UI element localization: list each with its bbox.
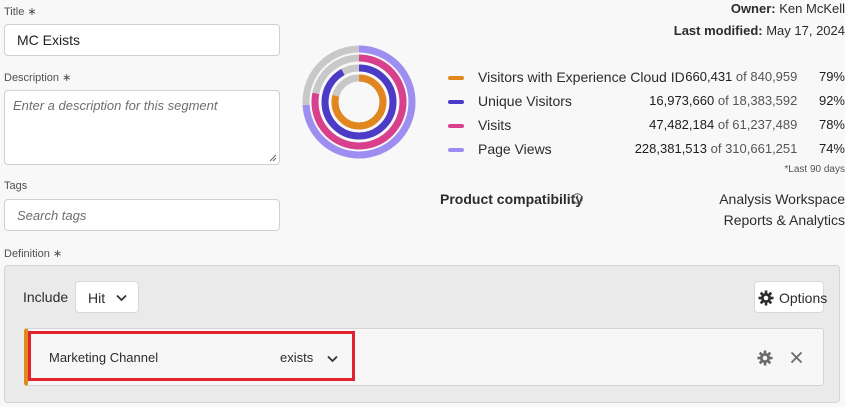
summary-row-visits: Visits 47,482,184 of 61,237,489 78%	[448, 115, 845, 137]
summary-row-page-views: Page Views 228,381,513 of 310,661,251 74…	[448, 139, 845, 161]
summary-footnote: *Last 90 days	[784, 164, 845, 175]
title-label: Title ∗	[4, 6, 37, 18]
segment-summary-ring-chart	[302, 45, 416, 159]
chevron-down-icon	[116, 294, 127, 302]
summary-row-ecid: Visitors with Experience Cloud ID 660,43…	[448, 67, 845, 89]
owner-info: Owner: Ken McKell	[731, 1, 845, 16]
resize-handle-icon[interactable]	[269, 154, 277, 162]
rule-settings-gear-icon[interactable]	[757, 350, 773, 366]
visits-swatch	[448, 124, 464, 128]
tags-label: Tags	[4, 180, 28, 192]
summary-row-pct: 74%	[818, 141, 845, 156]
product-analysis-workspace: Analysis Workspace	[719, 191, 845, 207]
summary-row-name: Visitors with Experience Cloud ID	[478, 69, 685, 85]
summary-row-total: of 840,959	[735, 69, 798, 84]
options-label: Options	[779, 290, 828, 306]
owner-value: Ken McKell	[779, 1, 845, 16]
product-compatibility: Product compatibility	[440, 191, 583, 207]
summary-row-total: of 61,237,489	[717, 117, 798, 132]
tags-search-input[interactable]: Search tags	[4, 199, 280, 231]
summary-row-total: of 18,383,592	[717, 93, 798, 108]
ecid-swatch	[448, 76, 464, 80]
remove-rule-close-icon[interactable]	[790, 351, 803, 364]
summary-row-pct: 79%	[818, 69, 845, 84]
options-button[interactable]: Options	[754, 281, 828, 313]
summary-row-name: Visits	[478, 117, 512, 133]
summary-row-name: Page Views	[478, 141, 552, 157]
summary-row-value: 660,431	[685, 69, 733, 84]
scope-dropdown[interactable]: Hit	[75, 281, 139, 313]
summary-row-total: of 310,661,251	[710, 141, 798, 156]
summary-row-name: Unique Visitors	[478, 93, 572, 109]
last-modified-value: May 17, 2024	[766, 23, 845, 38]
title-input-value: MC Exists	[17, 32, 80, 48]
last-modified-label: Last modified:	[673, 23, 763, 38]
gear-icon	[758, 290, 774, 306]
summary-row-values: 660,431 of 840,959 79%	[685, 69, 845, 84]
last-modified-info: Last modified: May 17, 2024	[674, 23, 845, 38]
product-compatibility-label: Product compatibility	[440, 191, 584, 207]
description-label: Description ∗	[4, 72, 72, 84]
summary-row-pct: 92%	[818, 93, 845, 108]
annotation-highlight-box	[28, 331, 355, 381]
description-placeholder: Enter a description for this segment	[13, 98, 218, 113]
info-icon[interactable]	[572, 193, 583, 204]
summary-row-values: 228,381,513 of 310,661,251 74%	[635, 141, 845, 156]
summary-row-value: 16,973,660	[649, 93, 715, 108]
summary-row-values: 16,973,660 of 18,383,592 92%	[649, 93, 845, 108]
title-input[interactable]: MC Exists	[4, 24, 280, 56]
summary-row-unique-visitors: Unique Visitors 16,973,660 of 18,383,592…	[448, 91, 845, 113]
summary-row-value: 47,482,184	[649, 117, 715, 132]
page-views-swatch	[448, 148, 464, 152]
summary-row-pct: 78%	[818, 117, 845, 132]
include-label: Include	[23, 289, 69, 305]
definition-label: Definition ∗	[4, 248, 63, 260]
summary-row-values: 47,482,184 of 61,237,489 78%	[649, 117, 845, 132]
description-textarea[interactable]: Enter a description for this segment	[4, 90, 280, 165]
summary-row-value: 228,381,513	[634, 141, 707, 156]
unique-visitors-swatch	[448, 100, 464, 104]
scope-value: Hit	[88, 290, 106, 306]
product-reports-analytics: Reports & Analytics	[723, 212, 845, 228]
tags-placeholder: Search tags	[17, 208, 87, 223]
owner-label: Owner:	[730, 1, 776, 16]
